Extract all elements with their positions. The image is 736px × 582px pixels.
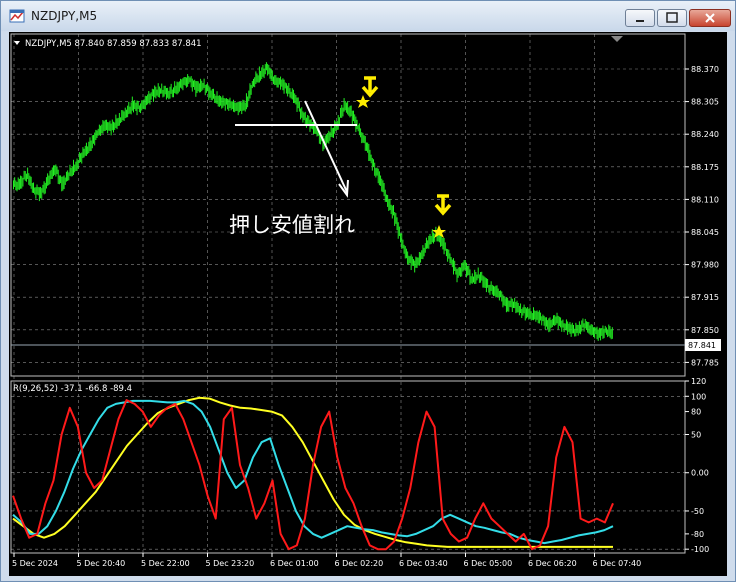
time-tick-label: 6 Dec 06:20 bbox=[528, 559, 577, 568]
time-tick-label: 6 Dec 01:00 bbox=[270, 559, 319, 568]
indicator-tick-label: 50 bbox=[691, 431, 701, 440]
indicator-line-slow bbox=[12, 396, 613, 548]
time-axis: 5 Dec 2024 5 Dec 20:40 5 Dec 22:00 5 Dec 23… bbox=[12, 553, 641, 568]
price-axis: 88.370 88.305 88.240 88.175 88.110 88.045 87.9… bbox=[685, 65, 719, 367]
price-tick-label: 88.240 bbox=[691, 130, 719, 139]
time-tick-label: 6 Dec 02:20 bbox=[335, 559, 384, 568]
candles-group bbox=[13, 62, 613, 341]
time-tick-label: 5 Dec 23:20 bbox=[206, 559, 255, 568]
time-tick-label: 6 Dec 03:40 bbox=[399, 559, 448, 568]
time-tick-label: 6 Dec 05:00 bbox=[464, 559, 513, 568]
price-tick-label: 88.045 bbox=[691, 228, 719, 237]
annotation-text: 押し安値割れ bbox=[229, 213, 355, 237]
star-icon bbox=[356, 95, 370, 108]
close-icon bbox=[705, 13, 715, 23]
time-tick-label: 6 Dec 07:40 bbox=[593, 559, 642, 568]
down-arrow-icon bbox=[361, 76, 379, 98]
time-tick-label: 5 Dec 22:00 bbox=[141, 559, 190, 568]
maximize-icon bbox=[666, 12, 678, 23]
down-arrow-icon bbox=[434, 194, 452, 216]
title-bar[interactable]: NZDJPY,M5 bbox=[1, 1, 735, 31]
time-tick-label: 5 Dec 2024 bbox=[12, 559, 58, 568]
chart-area[interactable]: NZDJPY,M5 87.840 87.859 87.833 87.841 押し… bbox=[9, 32, 727, 576]
indicator-tick-label: 120 bbox=[691, 377, 706, 386]
indicator-axis: 120 100 80 50 0.00 -50 -80 -100 bbox=[685, 377, 709, 554]
close-button[interactable] bbox=[689, 9, 731, 27]
chart-shift-marker-icon[interactable] bbox=[611, 36, 623, 42]
price-tick-label: 88.370 bbox=[691, 65, 719, 74]
indicator-line-fast bbox=[12, 399, 614, 551]
current-price-label: 87.841 bbox=[688, 341, 716, 350]
price-tick-label: 87.980 bbox=[691, 261, 719, 270]
indicator-line-mid bbox=[12, 399, 614, 545]
indicator-label: R(9,26,52) -37.1 -66.8 -89.4 bbox=[13, 384, 132, 394]
time-tick-label: 5 Dec 20:40 bbox=[77, 559, 126, 568]
minimize-icon bbox=[636, 20, 644, 22]
price-tick-label: 88.175 bbox=[691, 163, 719, 172]
price-tick-label: 87.850 bbox=[691, 326, 719, 335]
indicator-tick-label: 0.00 bbox=[691, 469, 709, 478]
chart-window-icon bbox=[9, 9, 25, 23]
window-title: NZDJPY,M5 bbox=[31, 9, 98, 23]
price-tick-label: 87.915 bbox=[691, 293, 719, 302]
app-window: NZDJPY,M5 NZDJPY,M5 87.840 87.859 87.833… bbox=[0, 0, 736, 582]
price-tick-label: 87.785 bbox=[691, 358, 719, 367]
indicator-tick-label: 100 bbox=[691, 392, 706, 401]
indicator-tick-label: -100 bbox=[691, 545, 709, 554]
indicator-tick-label: -50 bbox=[691, 507, 704, 516]
chart-canvas[interactable]: NZDJPY,M5 87.840 87.859 87.833 87.841 押し… bbox=[9, 32, 727, 576]
indicator-tick-label: 80 bbox=[691, 408, 701, 417]
dropdown-triangle-icon[interactable] bbox=[14, 41, 20, 45]
ohlc-label: NZDJPY,M5 87.840 87.859 87.833 87.841 bbox=[25, 39, 202, 49]
minimize-button[interactable] bbox=[625, 9, 655, 27]
price-tick-label: 88.110 bbox=[691, 195, 719, 204]
indicator-tick-label: -80 bbox=[691, 530, 704, 539]
price-tick-label: 88.305 bbox=[691, 98, 719, 107]
indicator-lines bbox=[12, 396, 614, 551]
maximize-button[interactable] bbox=[657, 9, 687, 27]
